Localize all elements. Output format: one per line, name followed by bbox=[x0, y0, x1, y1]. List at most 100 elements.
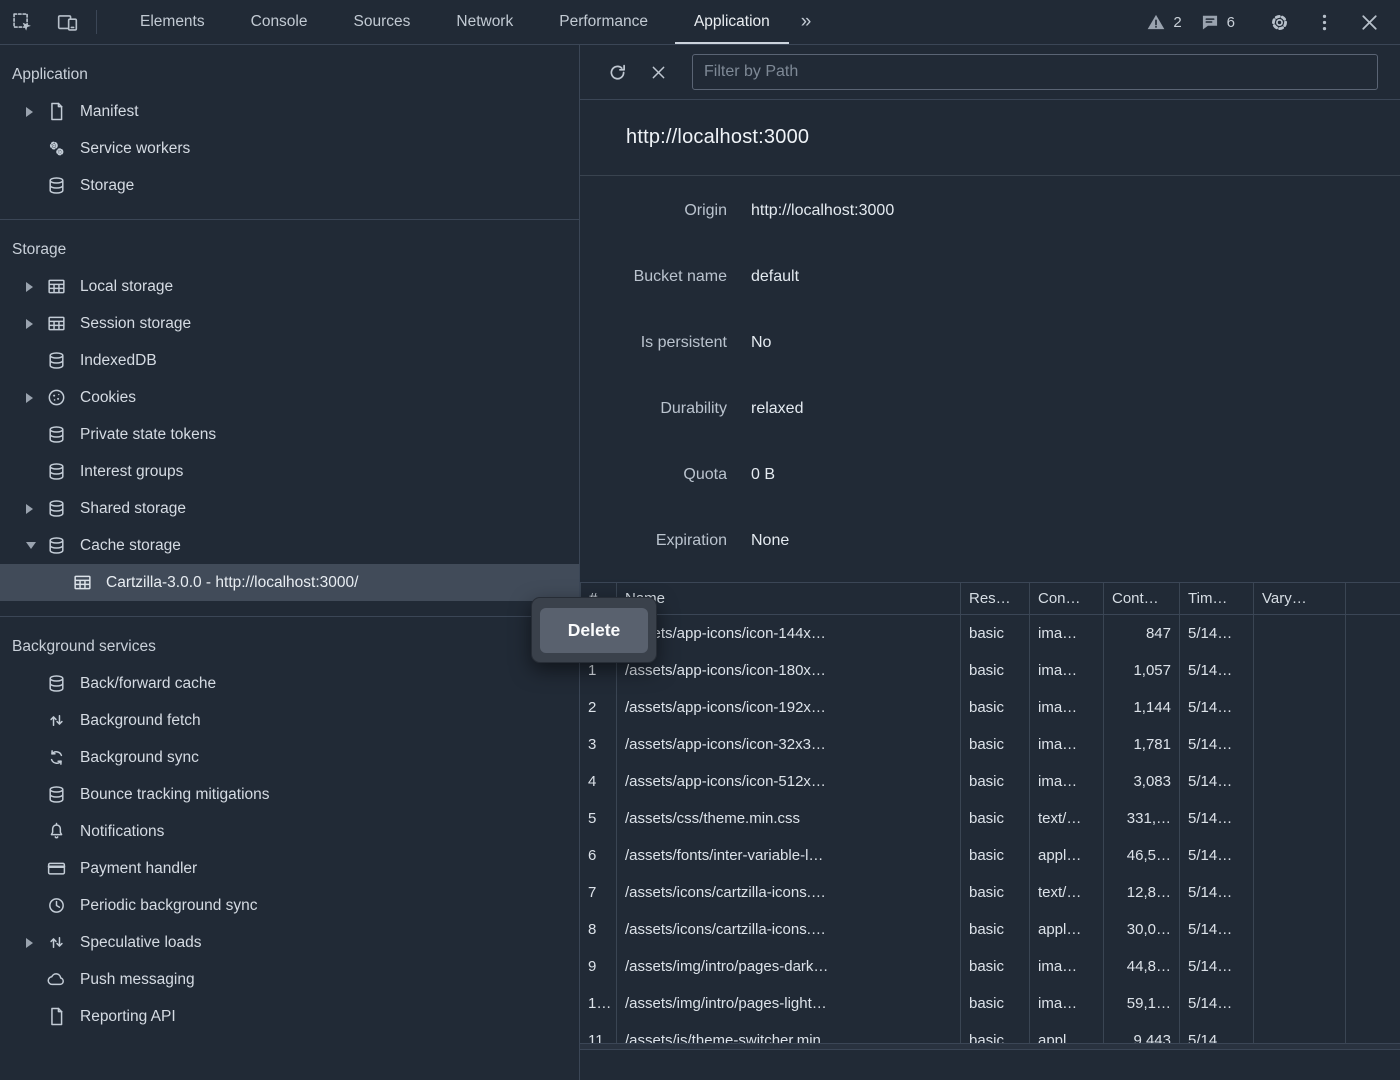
table-row[interactable]: 4 /assets/app-icons/icon-512x… basic ima… bbox=[580, 763, 1400, 800]
table-row[interactable]: 7 /assets/icons/cartzilla-icons.… basic … bbox=[580, 874, 1400, 911]
table-row[interactable]: 0 /assets/app-icons/icon-144x… basic ima… bbox=[580, 615, 1400, 652]
toolbar-separator bbox=[96, 10, 97, 34]
sidebar-item[interactable]: Local storage bbox=[0, 268, 579, 305]
column-header[interactable]: Tim… bbox=[1179, 583, 1253, 614]
table-row[interactable]: 1… /assets/img/intro/pages-light… basic … bbox=[580, 985, 1400, 1022]
toolbar-right-cluster: 2 6 bbox=[1137, 0, 1400, 44]
refresh-button[interactable] bbox=[596, 61, 639, 84]
column-header[interactable]: Name bbox=[616, 583, 960, 614]
cell-content-length: 59,1… bbox=[1103, 985, 1179, 1022]
context-menu-delete[interactable]: Delete bbox=[540, 608, 648, 653]
cell-time-cached: 5/14… bbox=[1179, 763, 1253, 800]
cell-response-type: basic bbox=[960, 985, 1029, 1022]
sidebar-item[interactable]: Background sync bbox=[0, 739, 579, 776]
expand-arrow[interactable] bbox=[26, 282, 46, 292]
sidebar-item[interactable]: Reporting API bbox=[0, 998, 579, 1035]
database-icon bbox=[46, 350, 67, 371]
table-row[interactable]: 9 /assets/img/intro/pages-dark… basic im… bbox=[580, 948, 1400, 985]
close-devtools-button[interactable] bbox=[1347, 11, 1392, 34]
cell-content-length: 847 bbox=[1103, 615, 1179, 652]
console-messages-button[interactable]: 6 bbox=[1191, 12, 1244, 32]
panel-tab[interactable]: Network bbox=[433, 0, 536, 44]
warnings-button[interactable]: 2 bbox=[1137, 12, 1190, 32]
cache-storage-panel: http://localhost:3000 Origin http://loca… bbox=[580, 45, 1400, 1080]
clear-filter-button[interactable] bbox=[639, 63, 678, 82]
expand-arrow[interactable] bbox=[26, 319, 46, 329]
database-icon bbox=[46, 424, 67, 445]
sidebar-item[interactable]: IndexedDB bbox=[0, 342, 579, 379]
cell-content-length: 1,144 bbox=[1103, 689, 1179, 726]
cell-content-type: text/… bbox=[1029, 800, 1103, 837]
sidebar-item[interactable]: Notifications bbox=[0, 813, 579, 850]
table-row[interactable]: 3 /assets/app-icons/icon-32x3… basic ima… bbox=[580, 726, 1400, 763]
column-header[interactable]: Cont… bbox=[1103, 583, 1179, 614]
updown-icon bbox=[46, 710, 67, 731]
sidebar-item[interactable]: Periodic background sync bbox=[0, 887, 579, 924]
expand-arrow[interactable] bbox=[26, 107, 46, 117]
column-header[interactable]: Vary… bbox=[1253, 583, 1345, 614]
column-header[interactable] bbox=[1345, 583, 1400, 614]
column-header[interactable]: Con… bbox=[1029, 583, 1103, 614]
filter-by-path-input[interactable] bbox=[692, 54, 1378, 90]
expand-arrow[interactable] bbox=[26, 504, 46, 514]
sidebar-item[interactable]: Cookies bbox=[0, 379, 579, 416]
table-row[interactable]: 1 /assets/app-icons/icon-180x… basic ima… bbox=[580, 652, 1400, 689]
cell-content-type: appl… bbox=[1029, 911, 1103, 948]
cell-filler bbox=[1345, 652, 1400, 689]
panel-tab[interactable]: Console bbox=[228, 0, 331, 44]
table-row[interactable]: 6 /assets/fonts/inter-variable-l… basic … bbox=[580, 837, 1400, 874]
settings-button[interactable] bbox=[1257, 11, 1302, 34]
sidebar-item[interactable]: Back/forward cache bbox=[0, 665, 579, 702]
devtools-window: Elements Console Sources Network Perform… bbox=[0, 0, 1400, 1080]
cell-index: 6 bbox=[580, 837, 616, 874]
cell-vary-header bbox=[1253, 763, 1345, 800]
sidebar-item[interactable]: Background fetch bbox=[0, 702, 579, 739]
more-tabs-button[interactable]: » bbox=[793, 0, 820, 44]
sidebar-item[interactable]: Push messaging bbox=[0, 961, 579, 998]
sidebar-item[interactable]: Storage bbox=[0, 167, 579, 204]
cell-content-type: ima… bbox=[1029, 948, 1103, 985]
table-row[interactable]: 11 /assets/js/theme-switcher.min… basic … bbox=[580, 1022, 1400, 1043]
expand-arrow[interactable] bbox=[26, 542, 46, 549]
sidebar-item[interactable]: Speculative loads bbox=[0, 924, 579, 961]
sidebar-item[interactable]: Cartzilla-3.0.0 - http://localhost:3000/ bbox=[0, 564, 579, 601]
panel-tab[interactable]: Application bbox=[671, 0, 793, 44]
sidebar-item[interactable]: Shared storage bbox=[0, 490, 579, 527]
section-title-background-services: Background services bbox=[0, 638, 579, 656]
sidebar-item[interactable]: Cache storage bbox=[0, 527, 579, 564]
sidebar-item[interactable]: Private state tokens bbox=[0, 416, 579, 453]
panel-tab[interactable]: Sources bbox=[331, 0, 434, 44]
device-toolbar-button[interactable] bbox=[45, 0, 90, 44]
sidebar-item[interactable]: Interest groups bbox=[0, 453, 579, 490]
expand-arrow[interactable] bbox=[26, 938, 46, 948]
inspect-element-button[interactable] bbox=[0, 0, 45, 44]
cell-index: 8 bbox=[580, 911, 616, 948]
horizontal-scrollbar[interactable] bbox=[580, 1043, 1400, 1050]
sidebar-item[interactable]: Manifest bbox=[0, 93, 579, 130]
table-row[interactable]: 2 /assets/app-icons/icon-192x… basic ima… bbox=[580, 689, 1400, 726]
cell-content-type: ima… bbox=[1029, 615, 1103, 652]
table-row[interactable]: 8 /assets/icons/cartzilla-icons.… basic … bbox=[580, 911, 1400, 948]
column-header[interactable]: Res… bbox=[960, 583, 1029, 614]
sidebar-item-label: Shared storage bbox=[80, 500, 186, 518]
preview-pane-empty bbox=[580, 1050, 1400, 1080]
panel-tab[interactable]: Performance bbox=[536, 0, 671, 44]
cell-response-type: basic bbox=[960, 1022, 1029, 1043]
kebab-menu-icon bbox=[1313, 11, 1336, 34]
cell-vary-header bbox=[1253, 948, 1345, 985]
cell-filler bbox=[1345, 763, 1400, 800]
devtools-menu-button[interactable] bbox=[1302, 11, 1347, 34]
cell-filler bbox=[1345, 948, 1400, 985]
sidebar-item[interactable]: Session storage bbox=[0, 305, 579, 342]
sidebar-item-label: Session storage bbox=[80, 315, 191, 333]
cell-index: 9 bbox=[580, 948, 616, 985]
expand-arrow[interactable] bbox=[26, 393, 46, 403]
sidebar-item[interactable]: Payment handler bbox=[0, 850, 579, 887]
cookie-icon bbox=[46, 387, 67, 408]
table-row[interactable]: 5 /assets/css/theme.min.css basic text/…… bbox=[580, 800, 1400, 837]
sidebar-item[interactable]: Service workers bbox=[0, 130, 579, 167]
cell-index: 7 bbox=[580, 874, 616, 911]
inspect-icon bbox=[11, 11, 34, 34]
sidebar-item[interactable]: Bounce tracking mitigations bbox=[0, 776, 579, 813]
panel-tab[interactable]: Elements bbox=[117, 0, 228, 44]
